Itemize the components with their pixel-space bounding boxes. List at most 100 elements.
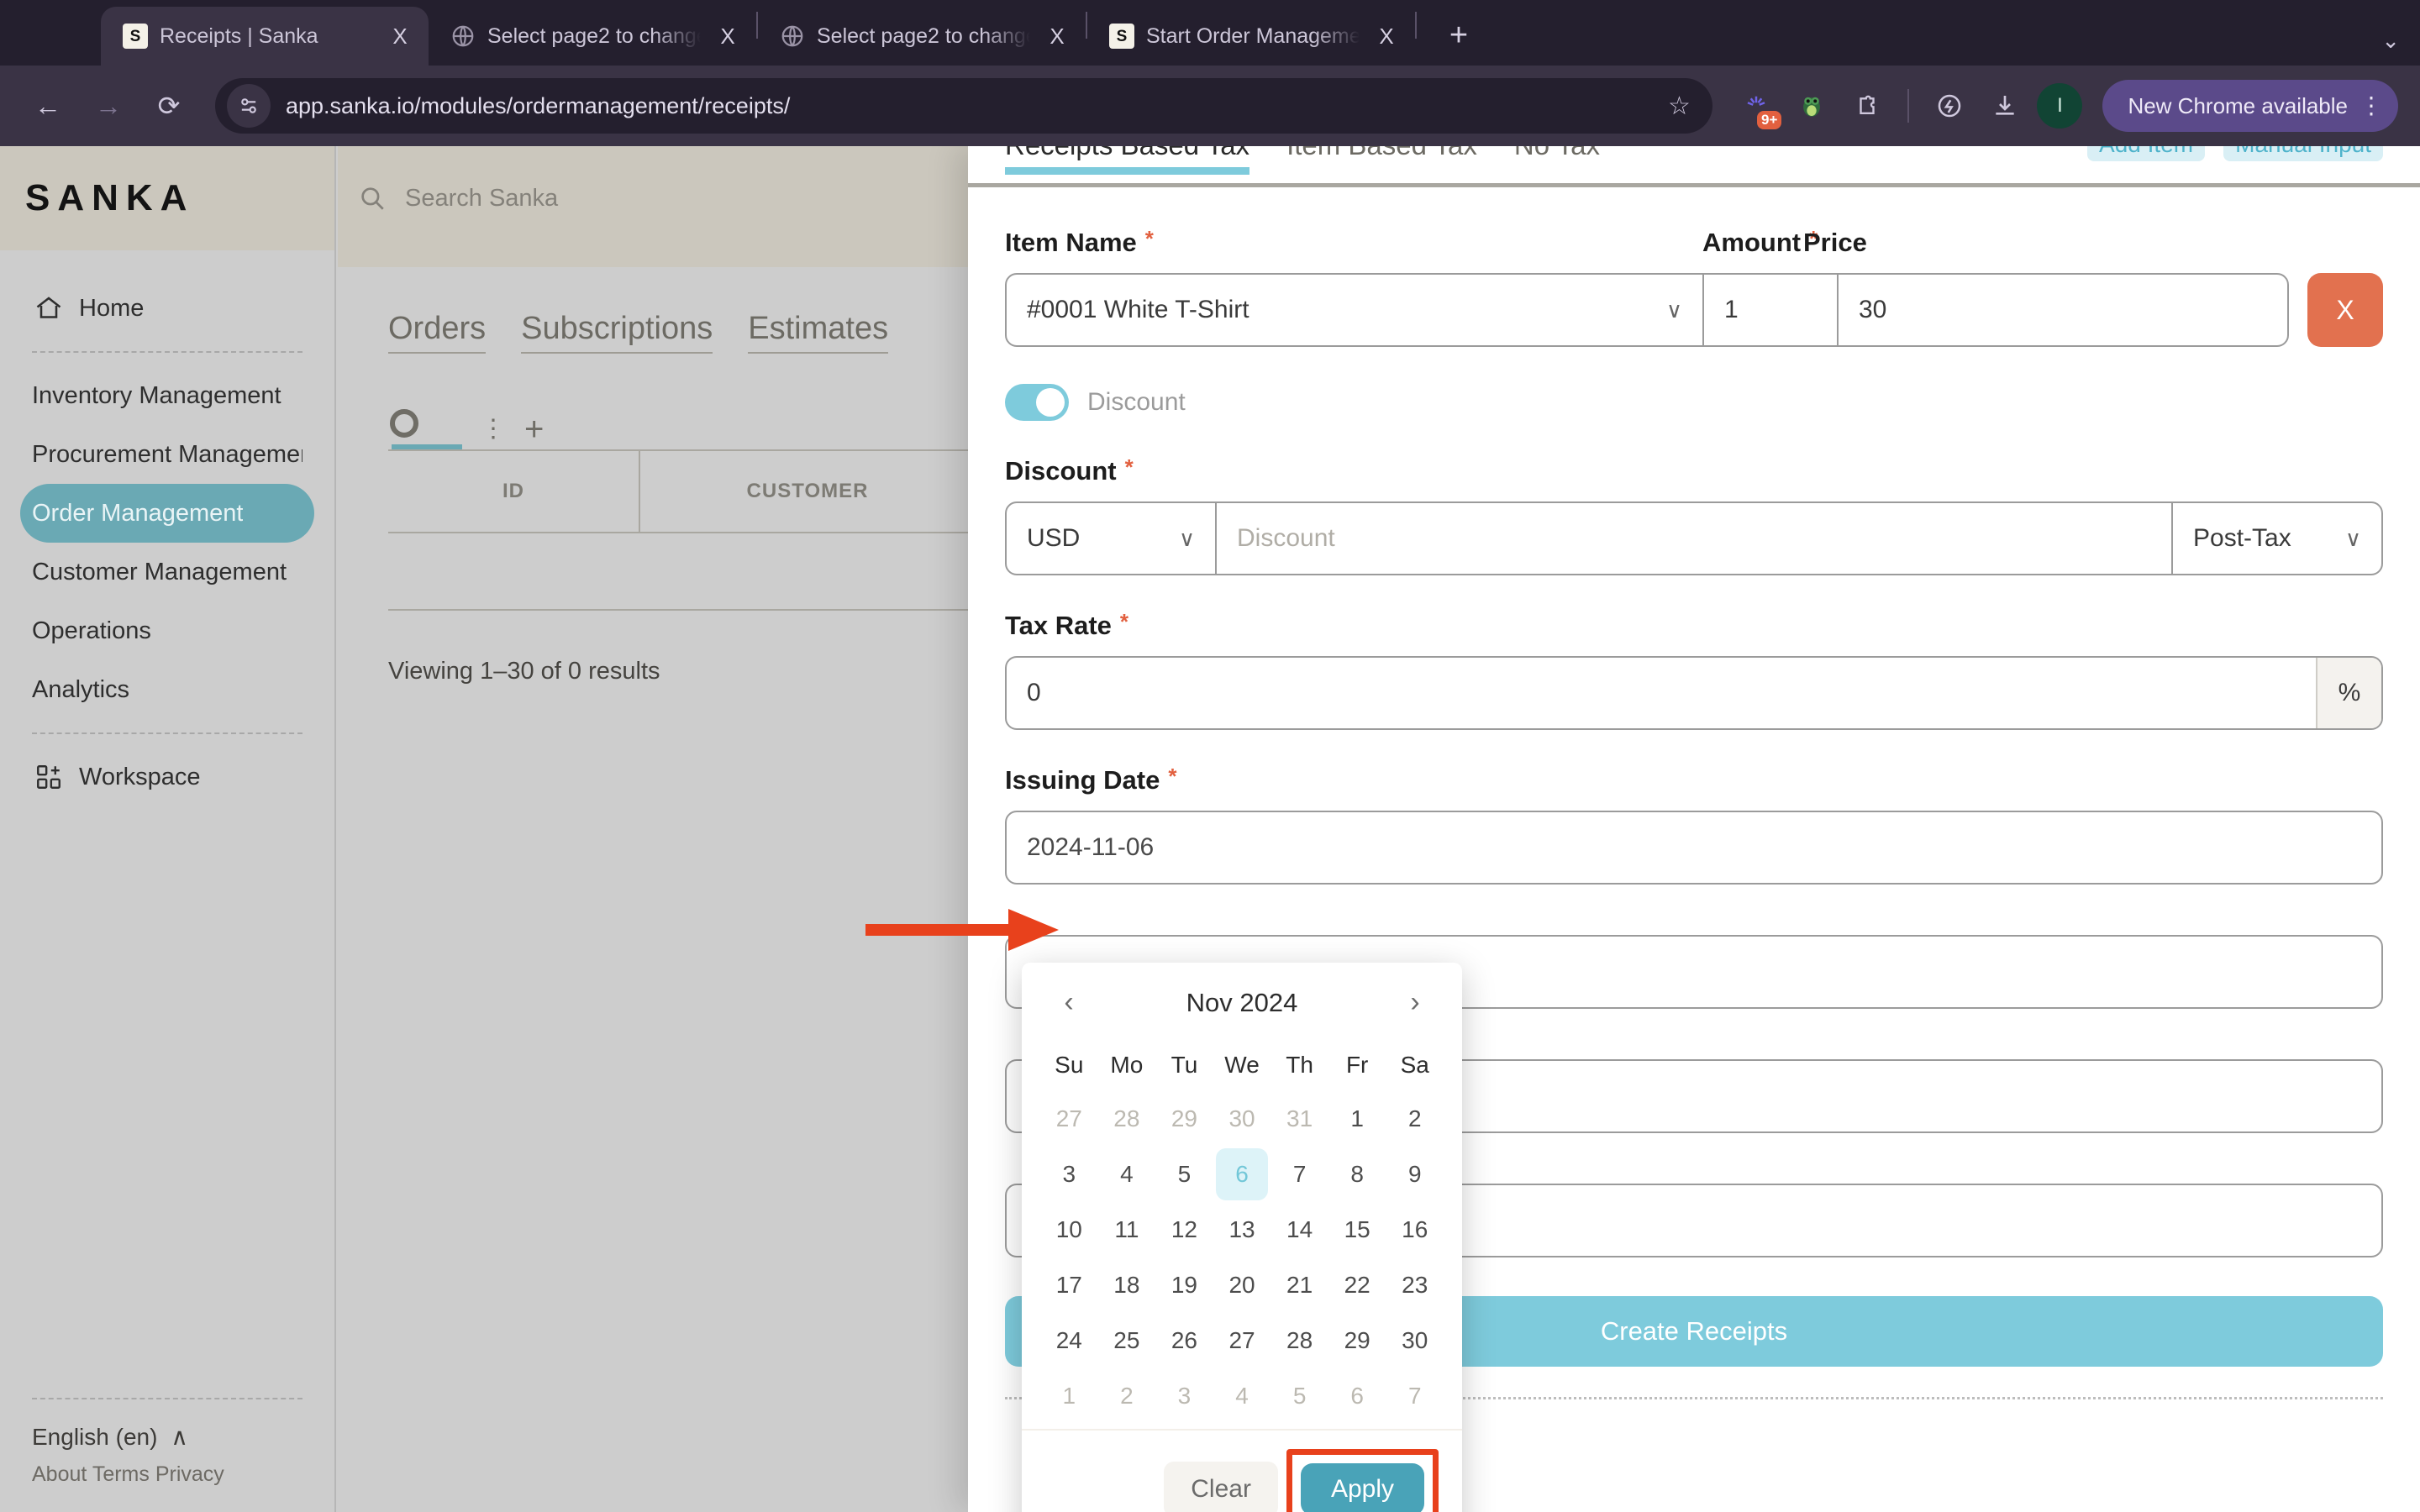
discount-currency-select[interactable]: USD ∨ — [1007, 503, 1217, 574]
sidebar-item-order-management[interactable]: Order Management — [20, 484, 314, 543]
add-item-button[interactable]: Add Item — [2087, 146, 2206, 161]
close-icon[interactable]: X — [1371, 25, 1402, 47]
day-cell[interactable]: 28 — [1098, 1091, 1156, 1147]
reload-button[interactable]: ⟳ — [143, 80, 195, 132]
manual-input-button[interactable]: Manual Input — [2223, 146, 2383, 161]
remove-item-button[interactable]: X — [2307, 273, 2383, 347]
language-selector[interactable]: English (en) ∧ — [20, 1423, 314, 1451]
price-input[interactable]: 30 — [1839, 275, 2287, 345]
address-bar[interactable]: app.sanka.io/modules/ordermanagement/rec… — [215, 78, 1713, 134]
browser-tab-3[interactable]: Select page2 to change | Djan X — [758, 7, 1086, 66]
day-cell[interactable]: 15 — [1328, 1202, 1386, 1257]
day-cell[interactable]: 1 — [1328, 1091, 1386, 1147]
day-cell[interactable]: 7 — [1270, 1147, 1328, 1202]
sidebar-item-operations[interactable]: Operations — [20, 601, 314, 660]
day-cell[interactable]: 12 — [1155, 1202, 1213, 1257]
sidebar-item-customer-management[interactable]: Customer Management — [20, 543, 314, 601]
day-cell[interactable]: 3 — [1155, 1368, 1213, 1424]
extensions-puzzle-icon[interactable] — [1844, 82, 1891, 129]
day-cell[interactable]: 10 — [1040, 1202, 1098, 1257]
sidebar-item-analytics[interactable]: Analytics — [20, 660, 314, 719]
close-icon[interactable]: X — [385, 25, 415, 47]
tab-estimates[interactable]: Estimates — [748, 311, 889, 354]
day-cell[interactable]: 28 — [1270, 1313, 1328, 1368]
day-cell[interactable]: 1 — [1040, 1368, 1098, 1424]
legal-links[interactable]: About Terms Privacy — [20, 1462, 314, 1487]
day-cell[interactable]: 30 — [1213, 1091, 1271, 1147]
day-cell[interactable]: 5 — [1270, 1368, 1328, 1424]
day-cell[interactable]: 4 — [1098, 1147, 1156, 1202]
day-cell[interactable]: 5 — [1155, 1147, 1213, 1202]
day-cell[interactable]: 16 — [1386, 1202, 1444, 1257]
day-cell[interactable]: 31 — [1270, 1091, 1328, 1147]
apply-button[interactable]: Apply — [1300, 1463, 1424, 1512]
tab-orders[interactable]: Orders — [388, 311, 487, 354]
day-cell[interactable]: 29 — [1328, 1313, 1386, 1368]
day-cell[interactable]: 20 — [1213, 1257, 1271, 1313]
tab-subscriptions[interactable]: Subscriptions — [521, 311, 713, 354]
tab-no-tax[interactable]: No Tax — [1514, 146, 1600, 161]
tax-rate-input[interactable]: 0 — [1007, 658, 2316, 728]
back-button[interactable]: ← — [22, 80, 74, 132]
sidebar-item-home[interactable]: Home — [20, 279, 314, 338]
site-settings-icon[interactable] — [227, 84, 271, 128]
day-cell[interactable]: 27 — [1213, 1313, 1271, 1368]
forward-button[interactable]: → — [82, 80, 134, 132]
day-cell[interactable]: 22 — [1328, 1257, 1386, 1313]
day-cell[interactable]: 6 — [1328, 1368, 1386, 1424]
chevron-down-icon[interactable]: ⌄ — [2381, 28, 2400, 54]
kebab-menu-icon[interactable]: ⋮ — [481, 417, 506, 442]
next-month-button[interactable]: › — [1398, 986, 1432, 1019]
chrome-update-button[interactable]: New Chrome available ⋮ — [2102, 80, 2398, 132]
kebab-menu-icon[interactable]: ⋮ — [2360, 93, 2383, 117]
day-cell[interactable]: 30 — [1386, 1313, 1444, 1368]
day-cell[interactable]: 2 — [1098, 1368, 1156, 1424]
browser-tab-1[interactable]: S Receipts | Sanka X — [101, 7, 429, 66]
new-tab-button[interactable]: + — [1432, 8, 1486, 62]
amount-input[interactable]: 1 — [1704, 275, 1839, 345]
tab-item-based-tax[interactable]: Item Based Tax — [1286, 146, 1477, 161]
day-cell[interactable]: 25 — [1098, 1313, 1156, 1368]
day-cell[interactable]: 7 — [1386, 1368, 1444, 1424]
bookmark-star-icon[interactable]: ☆ — [1655, 92, 1702, 121]
clear-button[interactable]: Clear — [1164, 1462, 1278, 1512]
download-icon[interactable] — [1981, 82, 2028, 129]
frog-avatar-extension-icon[interactable] — [1788, 82, 1835, 129]
notifications-extension-icon[interactable]: 9+ — [1733, 82, 1782, 129]
discount-timing-select[interactable]: Post-Tax ∨ — [2171, 503, 2381, 574]
sidebar-item-inventory-management[interactable]: Inventory Management — [20, 366, 314, 425]
day-cell[interactable]: 13 — [1213, 1202, 1271, 1257]
day-cell[interactable]: 2 — [1386, 1091, 1444, 1147]
sanka-logo[interactable]: SANKA — [25, 177, 194, 219]
day-cell[interactable]: 29 — [1155, 1091, 1213, 1147]
day-cell[interactable]: 24 — [1040, 1313, 1098, 1368]
search-input[interactable]: Search Sanka — [405, 185, 558, 213]
view-circle-icon[interactable] — [390, 409, 418, 438]
plus-icon[interactable]: + — [524, 411, 544, 449]
discount-amount-input[interactable]: Discount — [1217, 503, 2171, 574]
tab-receipts-based-tax[interactable]: Receipts Based Tax — [1005, 146, 1250, 175]
day-cell[interactable]: 3 — [1040, 1147, 1098, 1202]
day-cell[interactable]: 18 — [1098, 1257, 1156, 1313]
item-name-select[interactable]: #0001 White T-Shirt ∨ — [1007, 275, 1704, 345]
day-cell[interactable]: 17 — [1040, 1257, 1098, 1313]
day-cell[interactable]: 23 — [1386, 1257, 1444, 1313]
day-cell[interactable]: 4 — [1213, 1368, 1271, 1424]
split-screen-icon[interactable] — [1926, 82, 1973, 129]
day-cell[interactable]: 21 — [1270, 1257, 1328, 1313]
day-cell[interactable]: 8 — [1328, 1147, 1386, 1202]
sidebar-item-procurement-management[interactable]: Procurement Managemen — [20, 425, 314, 484]
close-icon[interactable]: X — [1042, 25, 1072, 47]
prev-month-button[interactable]: ‹ — [1052, 986, 1086, 1019]
close-icon[interactable]: X — [713, 25, 743, 47]
day-cell-selected[interactable]: 6 — [1213, 1147, 1271, 1202]
column-header-customer[interactable]: CUSTOMER — [640, 451, 976, 532]
day-cell[interactable]: 14 — [1270, 1202, 1328, 1257]
issuing-date-input[interactable]: 2024-11-06 — [1005, 811, 2383, 885]
day-cell[interactable]: 11 — [1098, 1202, 1156, 1257]
browser-tab-2[interactable]: Select page2 to change | Djan X — [429, 7, 756, 66]
discount-toggle[interactable] — [1005, 384, 1069, 421]
browser-tab-4[interactable]: S Start Order Management with X — [1087, 7, 1415, 66]
day-cell[interactable]: 19 — [1155, 1257, 1213, 1313]
day-cell[interactable]: 9 — [1386, 1147, 1444, 1202]
